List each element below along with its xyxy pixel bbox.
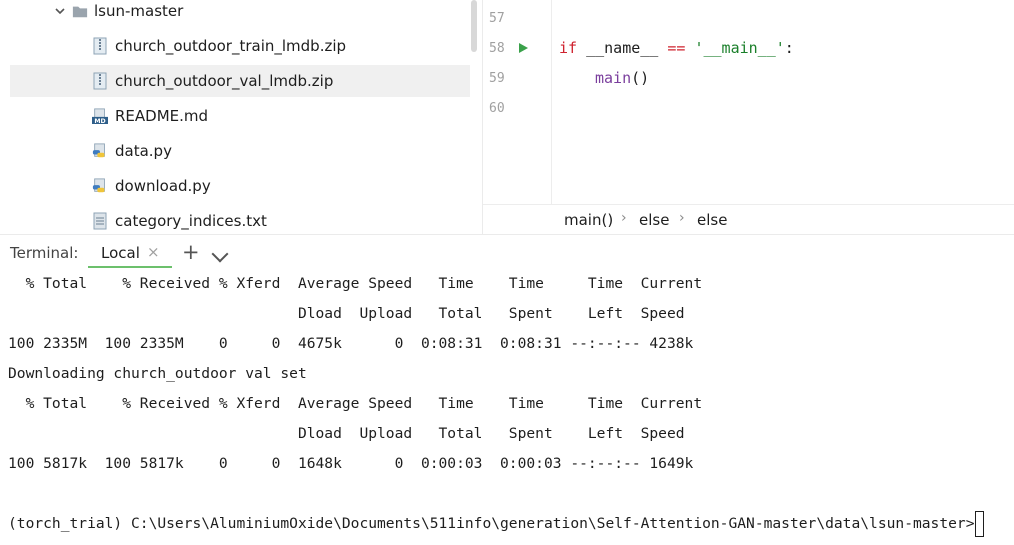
close-icon[interactable]: × — [147, 243, 160, 261]
markdown-file-icon: MD — [92, 107, 108, 125]
terminal-prompt-line: (torch_trial) C:\Users\AluminiumOxide\Do… — [8, 509, 985, 539]
code-line-59: main() — [595, 69, 649, 87]
tree-item-category-indices-txt[interactable]: category_indices.txt — [10, 205, 470, 234]
chevron-down-icon[interactable] — [211, 245, 229, 263]
terminal-tab-bar: Terminal: Local × + — [0, 234, 1014, 269]
tree-item-readme-md[interactable]: MD README.md — [10, 100, 470, 132]
code-identifier: __name__ — [577, 39, 668, 57]
zip-archive-icon — [92, 72, 108, 90]
add-icon[interactable]: + — [182, 240, 200, 264]
project-tree: lsun-master church_outdoor_train_lmdb.zi… — [0, 0, 481, 234]
tree-item-label: category_indices.txt — [115, 212, 267, 230]
terminal-line: 100 5817k 100 5817k 0 0 1648k 0 0:00:03 … — [8, 455, 694, 472]
tree-item-church-outdoor-train-lmdb-zip[interactable]: church_outdoor_train_lmdb.zip — [10, 30, 470, 62]
code-line-58: if __name__ == '__main__': — [559, 39, 794, 57]
svg-text:MD: MD — [94, 118, 105, 125]
code-keyword: if — [559, 39, 578, 57]
tab-label: Local — [101, 244, 140, 262]
breadcrumb: main() › else › else — [483, 204, 1014, 235]
tab-local[interactable]: Local × — [88, 235, 172, 269]
terminal-prompt: (torch_trial) C:\Users\AluminiumOxide\Do… — [8, 515, 975, 532]
tree-item-label: download.py — [115, 177, 211, 195]
breadcrumb-item[interactable]: else — [639, 211, 669, 229]
tree-folder-label: lsun-master — [94, 2, 184, 20]
python-file-icon — [92, 142, 108, 160]
tree-item-label: data.py — [115, 142, 172, 160]
line-number: 60 — [489, 101, 505, 116]
editor-gutter: 57 58 59 60 — [483, 0, 552, 204]
code-parens: () — [631, 69, 650, 87]
terminal-line: % Total % Received % Xferd Average Speed… — [8, 275, 703, 292]
text-file-icon — [92, 212, 108, 230]
terminal-line: Downloading church_outdoor val set — [8, 365, 307, 382]
chevron-down-icon[interactable] — [54, 5, 66, 17]
zip-archive-icon — [92, 37, 108, 55]
terminal-output[interactable]: % Total % Received % Xferd Average Speed… — [0, 268, 1014, 545]
breadcrumb-item[interactable]: else — [697, 211, 727, 229]
folder-icon — [72, 2, 88, 20]
code-string: '__main__' — [685, 39, 785, 57]
terminal-line: % Total % Received % Xferd Average Speed… — [8, 395, 703, 412]
tree-folder-lsun-master[interactable]: lsun-master — [10, 0, 470, 27]
terminal-line: 100 2335M 100 2335M 0 0 4675k 0 0:08:31 … — [8, 335, 694, 352]
tree-item-label: church_outdoor_val_lmdb.zip — [115, 72, 334, 90]
tree-item-data-py[interactable]: data.py — [10, 135, 470, 167]
tree-item-church-outdoor-val-lmdb-zip[interactable]: church_outdoor_val_lmdb.zip — [10, 65, 470, 97]
terminal-line: Dload Upload Total Spent Left Speed — [8, 305, 685, 322]
breadcrumb-item[interactable]: main() — [564, 211, 613, 229]
line-number: 58 — [489, 41, 505, 56]
code-editor[interactable]: 57 58 59 60 if __name__ == '__main__': m… — [482, 0, 1014, 234]
code-colon: : — [784, 39, 794, 57]
tree-item-download-py[interactable]: download.py — [10, 170, 470, 202]
line-number: 59 — [489, 71, 505, 86]
tree-item-label: README.md — [115, 107, 209, 125]
code-operator: == — [667, 39, 686, 57]
python-file-icon — [92, 177, 108, 195]
terminal-cursor[interactable] — [975, 511, 985, 537]
tree-scrollbar[interactable] — [471, 0, 477, 52]
code-function: main — [595, 69, 632, 87]
breadcrumb-separator-icon: › — [621, 210, 627, 226]
line-number: 57 — [489, 11, 505, 26]
terminal-title: Terminal: — [10, 244, 79, 262]
tree-item-label: church_outdoor_train_lmdb.zip — [115, 37, 347, 55]
breadcrumb-separator-icon: › — [679, 210, 685, 226]
terminal-line: Dload Upload Total Spent Left Speed — [8, 425, 685, 442]
run-arrow-icon[interactable] — [519, 43, 528, 53]
